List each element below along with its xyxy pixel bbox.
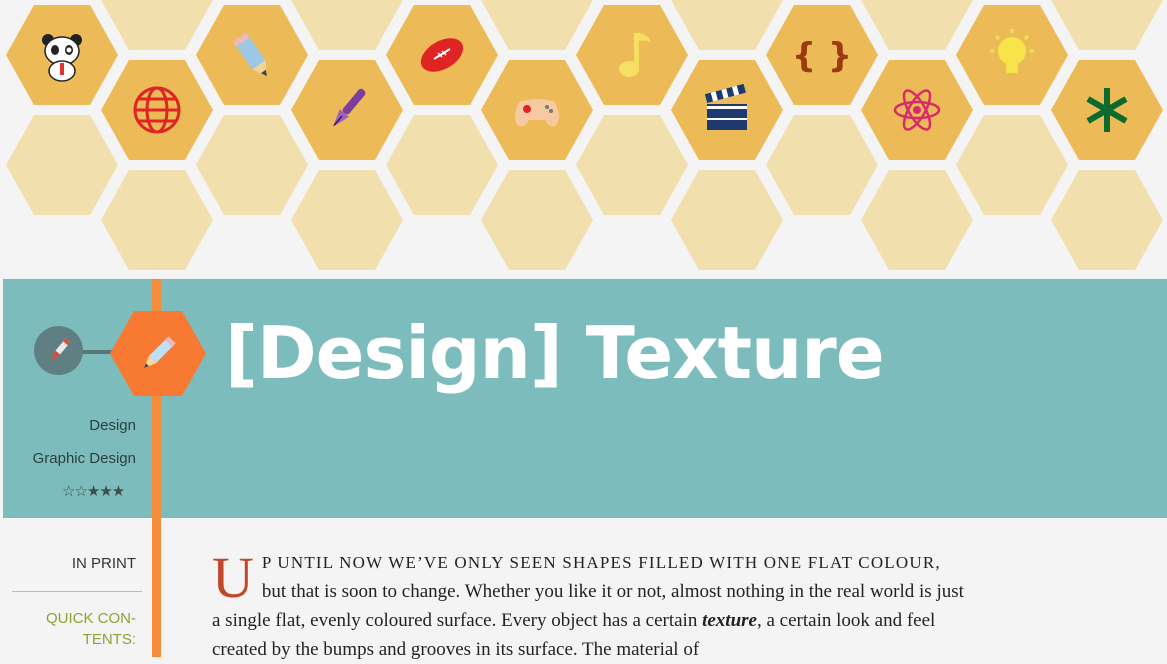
- hex-empty: [576, 115, 688, 215]
- hex-empty: [291, 0, 403, 50]
- hex-empty: [196, 115, 308, 215]
- globe-icon: [133, 86, 181, 134]
- panda-icon: [42, 34, 82, 82]
- page-title: [Design] Texture: [225, 311, 885, 395]
- svg-text:{ }: { }: [792, 36, 852, 76]
- football-icon: [420, 38, 464, 72]
- hex-empty: [6, 115, 118, 215]
- quick-contents-heading: QUICK CON-TENTS:: [12, 608, 136, 650]
- music-note-icon: [619, 33, 651, 77]
- hex-empty: [481, 170, 593, 270]
- hex-pencil[interactable]: [196, 5, 308, 105]
- fountain-pen-icon: [332, 88, 366, 127]
- pencil-icon: [143, 335, 176, 368]
- star-rating: ☆☆★★★: [62, 482, 125, 500]
- curly-braces-icon: { }: [792, 36, 852, 76]
- rating-full-stars: ★★★: [86, 482, 125, 500]
- hex-empty: [291, 170, 403, 270]
- hex-globe[interactable]: [101, 60, 213, 160]
- hex-empty: [671, 0, 783, 50]
- tag-link-graphic-design[interactable]: Graphic Design: [33, 450, 136, 467]
- hex-fountain-pen[interactable]: [291, 60, 403, 160]
- in-print-link[interactable]: IN PRINT: [12, 555, 136, 572]
- rating-empty-stars: ☆☆: [62, 482, 88, 500]
- drop-cap: U: [212, 545, 254, 610]
- lightbulb-icon: [990, 29, 1034, 73]
- hex-asterisk[interactable]: [1051, 60, 1163, 160]
- lead-in: p until now we’ve only seen shapes fille…: [261, 553, 941, 572]
- hex-empty: [101, 170, 213, 270]
- hex-atom[interactable]: [861, 60, 973, 160]
- hex-lightbulb[interactable]: [956, 5, 1068, 105]
- category-hex-banner: { }: [0, 0, 1167, 280]
- gamepad-icon: [515, 99, 559, 127]
- hex-empty: [481, 0, 593, 50]
- hex-empty: [766, 115, 878, 215]
- hex-football[interactable]: [386, 5, 498, 105]
- hex-empty: [671, 170, 783, 270]
- emphasis-texture: texture: [702, 610, 757, 631]
- hex-empty: [1051, 0, 1163, 50]
- hex-empty: [861, 0, 973, 50]
- article-body: Up until now we’ve only seen shapes fill…: [212, 548, 964, 664]
- hex-film[interactable]: [671, 60, 783, 160]
- sidebar-divider: [12, 591, 142, 592]
- hex-gamepad[interactable]: [481, 60, 593, 160]
- clapperboard-icon: [704, 83, 747, 130]
- hex-empty: [956, 115, 1068, 215]
- category-circle[interactable]: [34, 326, 83, 375]
- asterisk-icon: [1086, 88, 1128, 132]
- pen-nib-icon: [50, 337, 70, 361]
- hex-music[interactable]: [576, 5, 688, 105]
- hex-code[interactable]: { }: [766, 5, 878, 105]
- hex-panda[interactable]: [6, 5, 118, 105]
- hex-empty: [386, 115, 498, 215]
- quick-contents-label: QUICK CON-TENTS:: [46, 610, 136, 648]
- hex-empty: [1051, 170, 1163, 270]
- atom-icon: [893, 89, 941, 131]
- hex-empty: [101, 0, 213, 50]
- pencil-icon: [232, 32, 267, 77]
- tag-link-design[interactable]: Design: [89, 417, 136, 434]
- hex-empty: [861, 170, 973, 270]
